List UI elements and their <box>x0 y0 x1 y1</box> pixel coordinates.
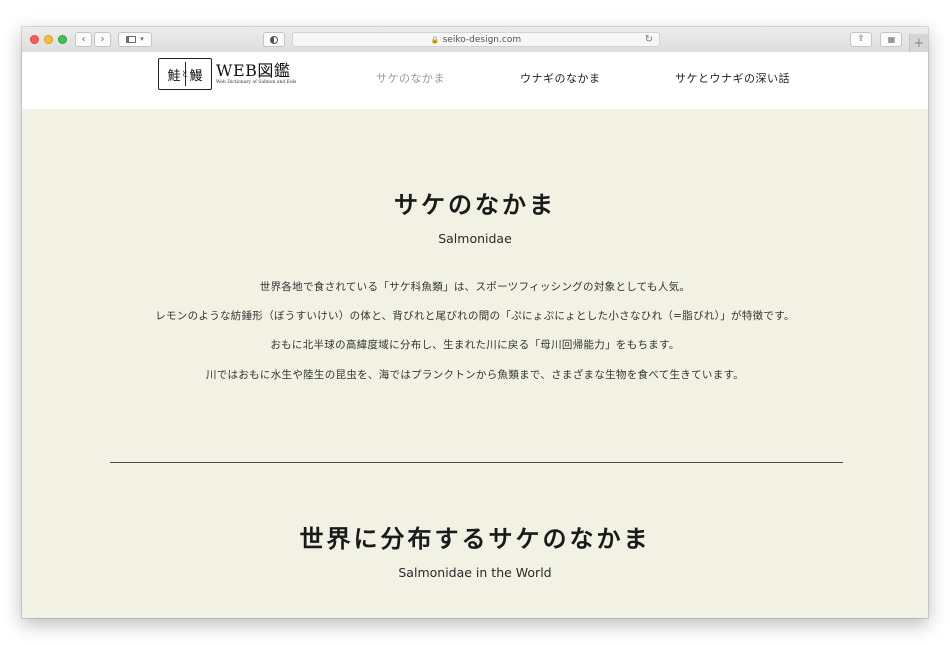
world-section-title: 世界に分布するサケのなかま <box>299 525 651 553</box>
zoom-window-button[interactable] <box>58 35 67 44</box>
world-section-subtitle: Salmonidae in the World <box>398 565 552 580</box>
nav-item-deep-story[interactable]: サケとウナギの深い話 <box>675 70 790 86</box>
chevron-down-icon: ▾ <box>140 35 144 43</box>
intro-paragraph: 世界各地で食されている「サケ科魚類」は、スポーツフィッシングの対象としても人気。 <box>259 281 691 293</box>
nav-item-eel[interactable]: ウナギのなかま <box>520 70 601 86</box>
sidebar-icon <box>126 36 137 43</box>
grid-icon: ▦ <box>887 34 896 44</box>
plus-icon: + <box>913 35 925 51</box>
forward-button[interactable]: › <box>94 32 111 47</box>
intro-paragraph: おもに北半球の高緯度域に分布し、生まれた川に戻る「母川回帰能力」をもちます。 <box>270 339 680 351</box>
browser-toolbar: ‹ › ▾ 🔒 seiko-design.com ↻ ⇪ ▦ + <box>22 27 928 53</box>
logo-subtitle: Web Dictionary of Salmon and Eels <box>216 80 297 85</box>
tab-overview-button[interactable]: ▦ <box>880 32 902 47</box>
new-tab-button[interactable]: + <box>909 34 928 52</box>
site-header: 鮭 と 鰻 WEB図鑑 Web Dictionary of Salmon and… <box>22 52 928 109</box>
logo-kanji-salmon: 鮭 <box>167 68 181 84</box>
main-content: サケのなかま Salmonidae 世界各地で食されている「サケ科魚類」は、スポ… <box>22 109 928 618</box>
logo-kanji-eel: 鰻 <box>189 68 203 84</box>
shield-icon <box>270 35 278 44</box>
chevron-left-icon: ‹ <box>81 33 86 45</box>
share-button[interactable]: ⇪ <box>850 32 872 47</box>
minimize-window-button[interactable] <box>44 35 53 44</box>
sidebar-toggle-button[interactable]: ▾ <box>118 32 152 47</box>
browser-window: ‹ › ▾ 🔒 seiko-design.com ↻ ⇪ ▦ + 鮭 と 鰻 W… <box>22 27 928 618</box>
section-title: サケのなかま <box>394 191 556 219</box>
privacy-report-button[interactable] <box>263 32 285 47</box>
back-button[interactable]: ‹ <box>75 32 92 47</box>
address-bar[interactable]: 🔒 seiko-design.com ↻ <box>292 32 660 47</box>
reload-icon[interactable]: ↻ <box>645 34 653 45</box>
section-subtitle: Salmonidae <box>438 231 512 246</box>
address-bar-url: seiko-design.com <box>442 34 522 45</box>
chevron-right-icon: › <box>100 33 105 45</box>
nav-item-salmon[interactable]: サケのなかま <box>376 70 445 86</box>
intro-paragraph: レモンのような紡錘形（ぼうすいけい）の体と、背びれと尾びれの間の「ぷにょぷにょと… <box>155 310 795 322</box>
intro-paragraph: 川ではおもに水生や陸生の昆虫を、海ではプランクトンから魚類まで、さまざまな生物を… <box>205 369 745 381</box>
logo-text: WEB図鑑 Web Dictionary of Salmon and Eels <box>216 62 296 86</box>
logo-kanji-and: と <box>181 70 189 78</box>
close-window-button[interactable] <box>30 35 39 44</box>
lock-icon: 🔒 <box>430 35 440 44</box>
site-logo[interactable]: 鮭 と 鰻 WEB図鑑 Web Dictionary of Salmon and… <box>158 58 296 90</box>
book-logo-icon: 鮭 と 鰻 <box>158 58 212 90</box>
share-icon: ⇪ <box>857 34 865 44</box>
section-divider <box>110 462 843 463</box>
logo-title: WEB図鑑 <box>216 61 291 80</box>
